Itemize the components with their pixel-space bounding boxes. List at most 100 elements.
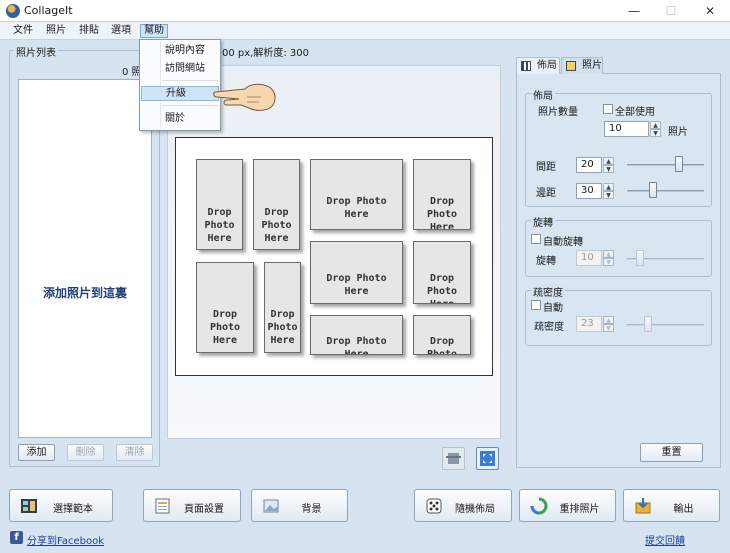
rearrange-photos-label: 重排照片 xyxy=(559,504,600,515)
export-button[interactable]: 輸出 xyxy=(623,489,720,522)
photo-list-placeholder: 添加照片到這裏 xyxy=(42,286,127,300)
fit-page-icon xyxy=(480,451,495,466)
rearrange-photos-button[interactable]: 重排照片 xyxy=(519,489,616,522)
layout-tab-icon xyxy=(521,61,531,71)
photo-slot[interactable]: Drop Photo Here xyxy=(413,315,471,355)
photo-slot[interactable]: Drop Photo Here xyxy=(253,159,300,250)
rotation-up[interactable]: ▲ xyxy=(603,250,614,258)
spacing-slider[interactable] xyxy=(627,164,704,166)
auto-density-label: 自動 xyxy=(543,303,563,314)
margin-field[interactable]: 30 xyxy=(576,183,602,199)
margin-up[interactable]: ▲ xyxy=(603,183,614,191)
layout-group-title: 佈局 xyxy=(531,87,555,102)
menu-collage[interactable]: 排貼 xyxy=(76,24,102,38)
photo-count-down[interactable]: ▼ xyxy=(650,129,661,137)
menu-item-visit-website[interactable]: 訪問網站 xyxy=(162,61,219,76)
rotation-field[interactable]: 10 xyxy=(576,250,602,266)
minimize-button[interactable]: — xyxy=(616,0,652,22)
spacing-down[interactable]: ▼ xyxy=(603,165,614,173)
density-label: 疏密度 xyxy=(534,322,564,333)
photo-tab-icon xyxy=(566,61,576,71)
help-menu-dropdown: 說明內容 訪問網站 升級 關於 xyxy=(139,39,221,131)
title-bar: CollageIt — ☐ ✕ xyxy=(0,0,730,22)
density-slider[interactable] xyxy=(627,324,704,326)
share-facebook-link[interactable]: 分享到Facebook xyxy=(27,532,104,547)
select-template-button[interactable]: 選擇範本 xyxy=(9,489,113,522)
rotation-slider-thumb[interactable] xyxy=(636,250,644,266)
photo-count-field[interactable]: 10 xyxy=(604,121,649,137)
hand-pointer-icon xyxy=(213,83,276,111)
export-label: 輸出 xyxy=(673,504,694,515)
menu-help[interactable]: 幫助 xyxy=(140,24,168,38)
background-button[interactable]: 背景 xyxy=(251,489,348,522)
margin-slider-thumb[interactable] xyxy=(649,182,657,198)
close-button[interactable]: ✕ xyxy=(692,0,728,22)
facebook-icon: f xyxy=(10,531,23,544)
photo-list-title: 照片列表 xyxy=(14,44,58,59)
menu-item-about[interactable]: 關於 xyxy=(162,111,219,126)
use-all-checkbox[interactable] xyxy=(603,104,613,114)
rotation-label: 旋轉 xyxy=(536,256,556,267)
photo-slot[interactable]: Drop Photo Here xyxy=(310,159,403,230)
density-up[interactable]: ▲ xyxy=(603,316,614,324)
spacing-label: 間距 xyxy=(536,162,556,173)
menu-gutter xyxy=(141,41,161,129)
photo-count-label: 照片數量 xyxy=(538,107,578,118)
maximize-button[interactable]: ☐ xyxy=(653,0,689,22)
crop-button[interactable] xyxy=(442,447,465,470)
tab-photo[interactable]: 照片 xyxy=(561,57,603,74)
menu-bar: 文件 照片 排貼 選項 幫助 xyxy=(0,22,730,40)
photo-list[interactable]: 添加照片到這裏 xyxy=(18,79,152,438)
photo-count-up[interactable]: ▲ xyxy=(650,121,661,129)
spacing-up[interactable]: ▲ xyxy=(603,157,614,165)
spacing-field[interactable]: 20 xyxy=(576,157,602,173)
random-layout-label: 隨機佈局 xyxy=(455,504,495,515)
rotation-group-title: 旋轉 xyxy=(531,214,555,229)
random-layout-button[interactable]: 隨機佈局 xyxy=(414,489,512,522)
photo-slot[interactable]: Drop Photo Here xyxy=(413,241,471,304)
reset-button[interactable]: 重置 xyxy=(640,443,703,462)
photo-slot[interactable]: Drop Photo Here xyxy=(413,159,471,230)
clear-button[interactable]: 清除 xyxy=(116,444,153,461)
info-bar: 00 px,解析度: 300 xyxy=(222,48,309,59)
photo-slot[interactable]: Drop Photo Here xyxy=(310,315,403,355)
photo-slot[interactable]: Drop Photo Here xyxy=(264,262,301,353)
menu-file[interactable]: 文件 xyxy=(10,24,36,38)
window-title: CollageIt xyxy=(24,4,73,17)
feedback-link[interactable]: 提交回饋 xyxy=(645,532,685,547)
menu-photo[interactable]: 照片 xyxy=(43,24,69,38)
select-template-label: 選擇範本 xyxy=(53,504,93,515)
spacing-slider-thumb[interactable] xyxy=(675,156,683,172)
menu-item-upgrade[interactable]: 升級 xyxy=(141,86,219,101)
density-down[interactable]: ▼ xyxy=(603,324,614,332)
fit-page-button[interactable] xyxy=(476,447,499,470)
add-button[interactable]: 添加 xyxy=(18,444,55,461)
photo-slot[interactable]: Drop Photo Here xyxy=(310,241,403,304)
crop-icon xyxy=(446,453,461,464)
density-field[interactable]: 23 xyxy=(576,316,602,332)
page-setup-label: 頁面設置 xyxy=(184,504,224,515)
auto-density-checkbox[interactable] xyxy=(531,300,541,310)
rotation-down[interactable]: ▼ xyxy=(603,258,614,266)
photo-slot[interactable]: Drop Photo Here xyxy=(196,262,254,353)
tab-layout-label: 佈局 xyxy=(537,60,557,71)
tab-photo-label: 照片 xyxy=(582,60,602,71)
menu-item-help-contents[interactable]: 說明內容 xyxy=(162,43,219,58)
app-logo-icon xyxy=(6,4,20,18)
photo-slot[interactable]: Drop Photo Here xyxy=(196,159,243,250)
density-group-title: 疏密度 xyxy=(531,284,565,299)
auto-rotate-label: 自動旋轉 xyxy=(543,237,583,248)
menu-separator xyxy=(162,80,218,81)
delete-button[interactable]: 刪除 xyxy=(67,444,104,461)
density-slider-thumb[interactable] xyxy=(644,316,652,332)
page-setup-button[interactable]: 頁面設置 xyxy=(143,489,241,522)
margin-label: 邊距 xyxy=(536,188,556,199)
menu-options[interactable]: 選項 xyxy=(108,24,134,38)
margin-down[interactable]: ▼ xyxy=(603,191,614,199)
auto-rotate-checkbox[interactable] xyxy=(531,234,541,244)
tab-layout[interactable]: 佈局 xyxy=(516,57,560,74)
photo-unit-label: 照片 xyxy=(668,127,688,138)
background-label: 背景 xyxy=(301,504,322,515)
margin-slider[interactable] xyxy=(627,190,704,192)
use-all-label: 全部使用 xyxy=(615,107,655,118)
